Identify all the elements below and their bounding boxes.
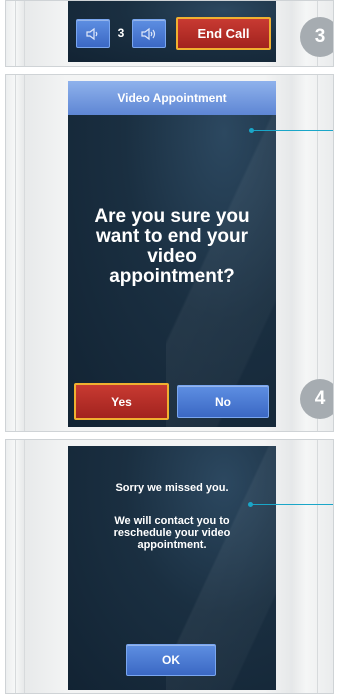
panel-rail bbox=[317, 75, 318, 431]
end-call-button[interactable]: End Call bbox=[176, 17, 271, 50]
missed-headline: Sorry we missed you. bbox=[115, 482, 229, 494]
missed-screen: Sorry we missed you. We will contact you… bbox=[68, 446, 276, 690]
volume-up-button[interactable] bbox=[132, 19, 166, 48]
volume-down-button[interactable] bbox=[76, 19, 110, 48]
call-controls-panel: 3 End Call 3 bbox=[5, 0, 334, 67]
panel-rail bbox=[24, 75, 25, 431]
ok-button[interactable]: OK bbox=[126, 644, 216, 676]
panel-rail bbox=[15, 75, 16, 431]
speaker-high-icon bbox=[141, 27, 156, 40]
call-controls-screen: 3 End Call bbox=[68, 1, 276, 62]
panel-rail bbox=[24, 1, 25, 66]
missed-message: We will contact you to reschedule your v… bbox=[113, 515, 231, 551]
panel-rail bbox=[15, 440, 16, 693]
panel-rail bbox=[24, 440, 25, 693]
confirm-message: Are you sure you want to end your video … bbox=[94, 206, 250, 287]
volume-level: 3 bbox=[117, 26, 125, 40]
confirm-panel: Video Appointment Are you sure you want … bbox=[5, 74, 334, 432]
yes-button[interactable]: Yes bbox=[74, 383, 169, 420]
no-button[interactable]: No bbox=[177, 385, 269, 418]
speaker-low-icon bbox=[86, 27, 98, 40]
callout-line bbox=[252, 130, 333, 131]
step-badge-3: 3 bbox=[300, 17, 333, 57]
panel-rail bbox=[317, 440, 318, 693]
step-badge-4: 4 bbox=[300, 379, 333, 419]
panel-rail bbox=[15, 1, 16, 66]
confirm-screen: Video Appointment Are you sure you want … bbox=[68, 81, 276, 427]
dialog-title-bar: Video Appointment bbox=[68, 81, 276, 115]
dialog-title: Video Appointment bbox=[117, 91, 227, 105]
missed-panel: Sorry we missed you. We will contact you… bbox=[5, 439, 334, 694]
callout-line bbox=[251, 504, 333, 505]
